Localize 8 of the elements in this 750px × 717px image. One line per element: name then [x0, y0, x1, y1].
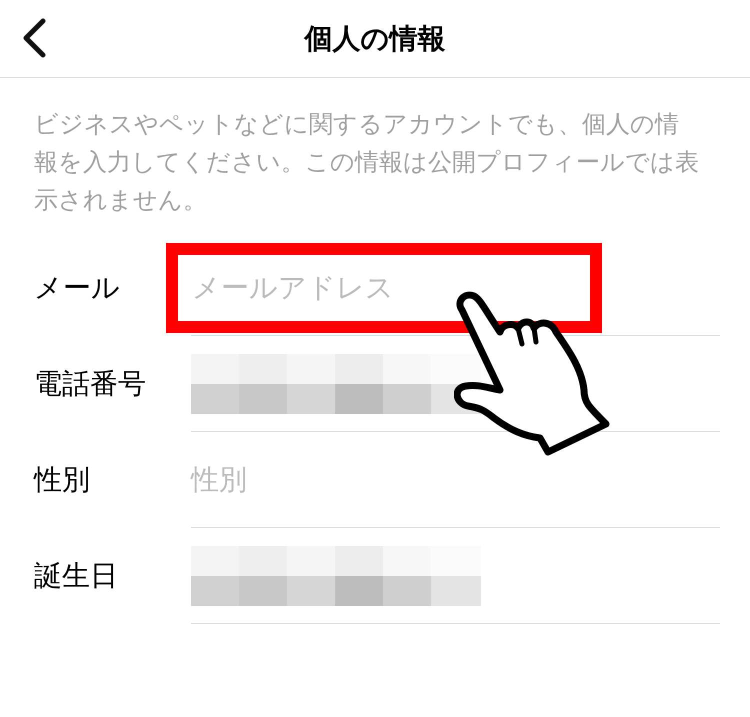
page-title: 個人の情報 — [304, 22, 446, 56]
field-label: メール — [33, 271, 121, 305]
description-text: ビジネスやペットなどに関するアカウントでも、個人の情報を入力してください。この情報は公開プロフィールでは表示されません。 — [33, 110, 700, 216]
input-field[interactable]: メールアドレス — [166, 242, 602, 332]
field-label: 誕生日 — [33, 559, 119, 593]
field-label: 性別 — [32, 463, 91, 497]
back-icon — [21, 18, 47, 58]
field-label: 電話番号 — [33, 367, 147, 401]
